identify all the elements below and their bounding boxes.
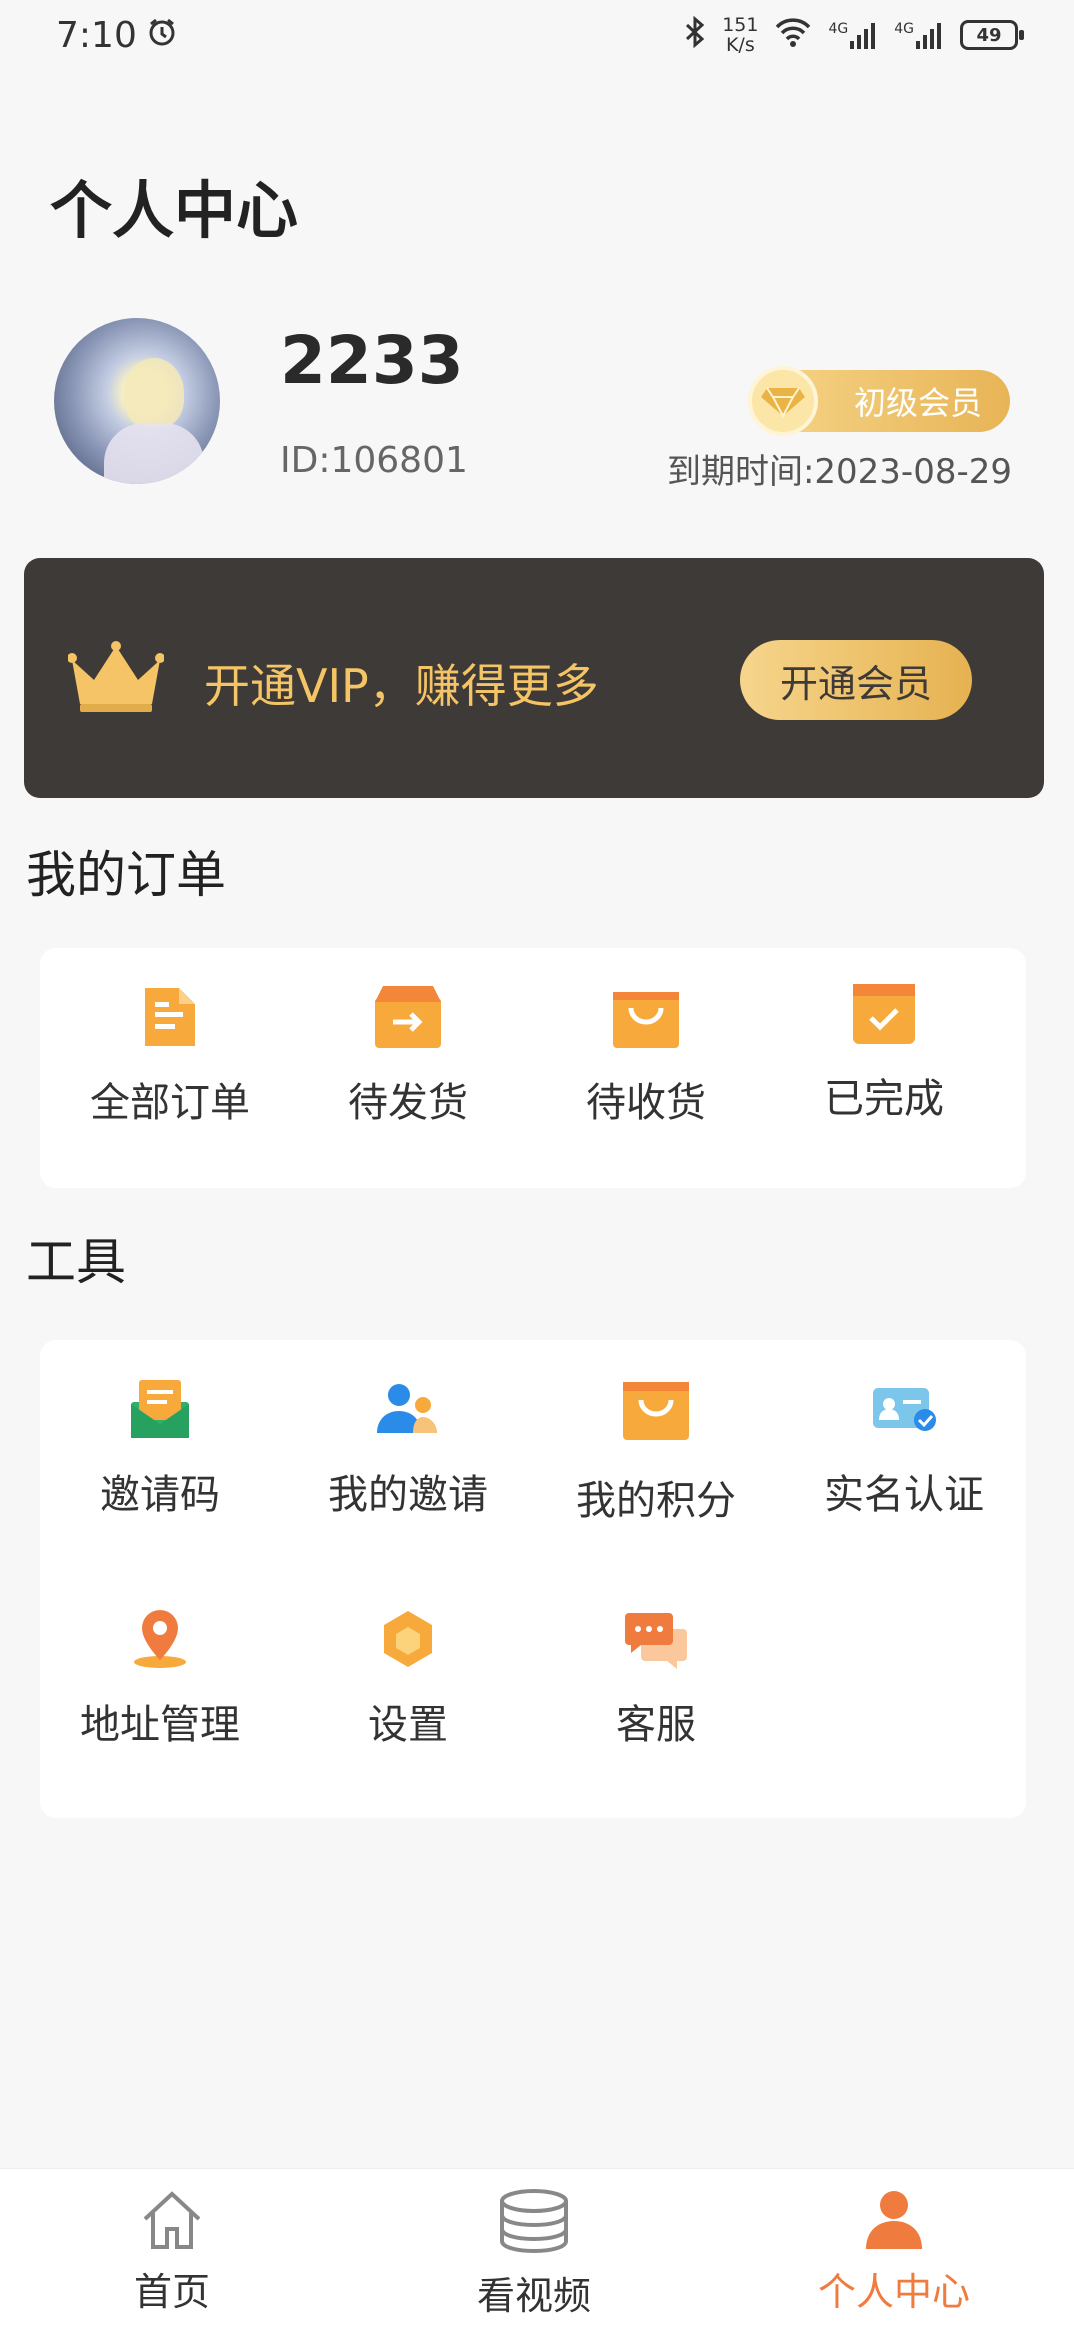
open-vip-button[interactable]: 开通会员 bbox=[740, 640, 972, 720]
tool-item-label: 我的邀请 bbox=[328, 1472, 488, 1518]
signal-icon-2: 4G bbox=[894, 21, 944, 49]
location-pin-icon bbox=[125, 1604, 195, 1674]
wifi-icon bbox=[774, 17, 812, 54]
speed-unit: K/s bbox=[725, 34, 755, 56]
envelope-icon bbox=[125, 1374, 195, 1444]
box-arrow-icon bbox=[373, 982, 443, 1052]
document-icon bbox=[135, 982, 205, 1052]
status-left: 7:10 bbox=[56, 15, 177, 56]
order-item-completed[interactable]: 已完成 bbox=[764, 978, 1004, 1124]
tool-item-my-points[interactable]: 我的积分 bbox=[536, 1374, 776, 1526]
order-item-to-ship[interactable]: 待发货 bbox=[288, 982, 528, 1128]
tools-section-title: 工具 bbox=[26, 1233, 126, 1291]
nav-item-profile[interactable]: 个人中心 bbox=[774, 2189, 1014, 2316]
tool-item-label: 客服 bbox=[616, 1702, 696, 1748]
status-right: 151 K/s 4G 4G 49 bbox=[684, 15, 1024, 55]
tool-item-my-invites[interactable]: 我的邀请 bbox=[288, 1374, 528, 1520]
order-item-label: 全部订单 bbox=[90, 1080, 250, 1126]
tools-card: 邀请码 我的邀请 我的积分 实名认证 地址管理 设置 客服 bbox=[40, 1340, 1026, 1818]
chat-bubbles-icon bbox=[621, 1604, 691, 1674]
tool-item-label: 邀请码 bbox=[100, 1472, 220, 1518]
battery-icon: 49 bbox=[960, 20, 1024, 50]
speed-value: 151 bbox=[722, 14, 759, 36]
nav-item-label: 首页 bbox=[133, 2270, 210, 2314]
tool-item-settings[interactable]: 设置 bbox=[288, 1604, 528, 1750]
tool-item-customer-service[interactable]: 客服 bbox=[536, 1604, 776, 1750]
tool-item-real-name[interactable]: 实名认证 bbox=[784, 1374, 1024, 1520]
nav-item-label: 个人中心 bbox=[817, 2270, 970, 2314]
tool-item-invite-code[interactable]: 邀请码 bbox=[40, 1374, 280, 1520]
order-item-to-receive[interactable]: 待收货 bbox=[526, 982, 766, 1128]
order-item-label: 已完成 bbox=[824, 1076, 944, 1122]
shopping-bag-icon bbox=[621, 1374, 691, 1444]
id-card-icon bbox=[869, 1374, 939, 1444]
vip-promo-text: 开通VIP，赚得更多 bbox=[204, 659, 599, 713]
battery-level: 49 bbox=[976, 24, 1002, 46]
user-id: ID:106801 bbox=[280, 440, 468, 481]
order-item-all[interactable]: 全部订单 bbox=[50, 982, 290, 1128]
status-time: 7:10 bbox=[56, 14, 137, 56]
tool-item-label: 我的积分 bbox=[576, 1478, 736, 1524]
bag-icon bbox=[611, 982, 681, 1052]
crown-icon bbox=[67, 640, 165, 718]
hexagon-settings-icon bbox=[373, 1604, 443, 1674]
orders-card: 全部订单 待发货 待收货 已完成 bbox=[40, 948, 1026, 1188]
avatar[interactable] bbox=[54, 318, 220, 484]
status-bar: 7:10 151 K/s 4G 4G 49 bbox=[0, 0, 1074, 70]
member-level-label: 初级会员 bbox=[853, 384, 982, 422]
vip-banner: 开通VIP，赚得更多 开通会员 bbox=[24, 558, 1044, 798]
alarm-icon bbox=[147, 15, 177, 56]
person-icon bbox=[864, 2189, 924, 2255]
users-icon bbox=[373, 1374, 443, 1444]
nav-item-videos[interactable]: 看视频 bbox=[414, 2189, 654, 2320]
order-item-label: 待收货 bbox=[586, 1080, 706, 1126]
order-item-label: 待发货 bbox=[348, 1080, 468, 1126]
database-icon bbox=[498, 2189, 570, 2259]
network-type-2: 4G bbox=[894, 21, 914, 37]
nav-item-home[interactable]: 首页 bbox=[52, 2189, 292, 2316]
network-type-1: 4G bbox=[828, 21, 849, 37]
bottom-nav: 首页 看视频 个人中心 bbox=[0, 2168, 1074, 2334]
tool-item-label: 地址管理 bbox=[80, 1702, 240, 1748]
member-level-badge[interactable]: 初级会员 bbox=[748, 366, 1010, 436]
home-icon bbox=[139, 2189, 205, 2255]
diamond-icon bbox=[748, 366, 818, 436]
bluetooth-icon bbox=[684, 15, 706, 55]
tool-item-label: 实名认证 bbox=[824, 1472, 984, 1518]
network-speed: 151 K/s bbox=[722, 15, 758, 55]
tool-item-address[interactable]: 地址管理 bbox=[40, 1604, 280, 1750]
box-check-icon bbox=[849, 978, 919, 1048]
signal-icon: 4G bbox=[828, 21, 878, 49]
nav-item-label: 看视频 bbox=[476, 2274, 591, 2318]
tool-item-label: 设置 bbox=[368, 1702, 448, 1748]
orders-section-title: 我的订单 bbox=[26, 846, 226, 904]
username: 2233 bbox=[280, 322, 464, 399]
expire-date: 到期时间:2023-08-29 bbox=[666, 452, 1012, 492]
page-title: 个人中心 bbox=[50, 174, 299, 247]
